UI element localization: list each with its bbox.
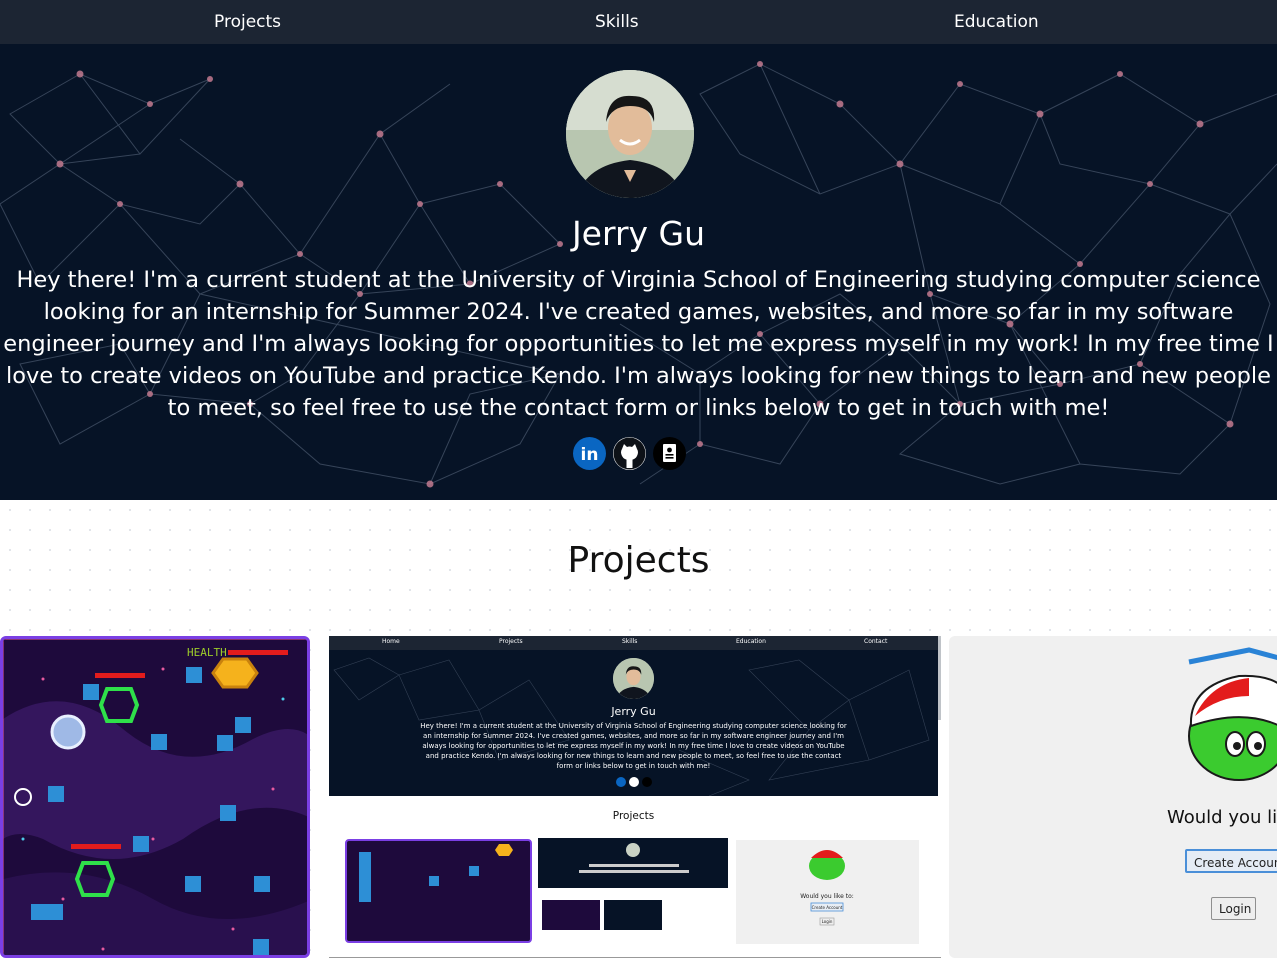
svg-text:Create Account: Create Account [812, 905, 843, 910]
svg-text:HEALTH: HEALTH [187, 646, 227, 659]
project-card-website[interactable]: Home Projects Skills Education Contact J… [329, 636, 941, 958]
mini-nav-item-education: Education [736, 638, 766, 645]
mini-projects-heading: Projects [612, 810, 655, 822]
social-links: in [0, 437, 1277, 471]
mini-profile-avatar [613, 658, 654, 699]
mini-nav: Home Projects Skills Education Contact [329, 636, 938, 650]
mini-social-icons [616, 777, 652, 787]
github-icon[interactable] [613, 437, 646, 470]
nav-item-education[interactable]: Education [954, 12, 1039, 32]
nav-item-projects[interactable]: Projects [214, 12, 281, 32]
mini-nav-item-home: Home [382, 638, 400, 645]
project-card-game[interactable]: HEALTH [0, 636, 310, 958]
resume-icon[interactable] [653, 437, 686, 470]
login-button[interactable]: Login [1211, 897, 1256, 920]
profile-avatar [566, 70, 694, 198]
mini-profile-name: Jerry Gu [611, 705, 656, 718]
profile-name: Jerry Gu [571, 214, 706, 253]
mini-hero: Jerry Gu Hey there! I'm a current studen… [329, 650, 938, 796]
linkedin-icon[interactable]: in [573, 437, 606, 470]
project-card-club-penguin[interactable]: Would you lik Create Account Login [949, 636, 1277, 958]
puffle-illustration [1188, 647, 1277, 781]
mini-nav-item-contact: Contact [864, 638, 888, 645]
projects-heading: Projects [567, 540, 710, 581]
mini-scrollbar [938, 636, 941, 720]
nav-item-skills[interactable]: Skills [595, 12, 639, 32]
hero-section: Jerry Gu Hey there! I'm a current studen… [0, 44, 1277, 500]
create-account-button[interactable]: Create Account [1185, 849, 1277, 873]
projects-section: Projects HEALTH Home Projects Skills Edu… [0, 500, 1277, 958]
mini-nav-item-skills: Skills [622, 638, 638, 645]
mini-profile-bio: Hey there! I'm a current student at the … [420, 722, 847, 770]
profile-bio: Hey there! I'm a current student at the … [3, 267, 1274, 421]
svg-text:in: in [581, 445, 599, 465]
top-nav: Projects Skills Education [0, 0, 1277, 44]
account-prompt-text: Would you lik [1167, 807, 1277, 828]
game-screenshot: HEALTH [3, 639, 307, 955]
mini-project-thumbnails: Would you like to: Create Account Login [345, 838, 919, 944]
svg-text:Would you like to:: Would you like to: [800, 893, 854, 900]
svg-text:Login: Login [822, 919, 833, 924]
mini-nav-item-projects: Projects [499, 638, 523, 645]
